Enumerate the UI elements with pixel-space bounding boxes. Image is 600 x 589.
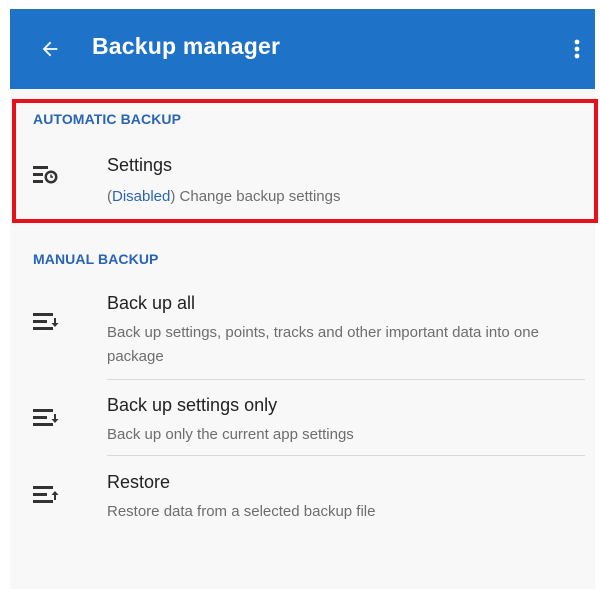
divider: [107, 455, 585, 456]
restore-title: Restore: [107, 472, 171, 492]
more-options-button[interactable]: [567, 31, 587, 67]
more-vert-icon: [574, 39, 580, 59]
screen: Backup manager AUTOMATIC BACKUP Settings…: [10, 9, 598, 589]
backup-all-row[interactable]: Back up all Back up settings, points, tr…: [10, 293, 595, 383]
divider: [107, 379, 585, 380]
backup-settings-only-icon: [33, 409, 59, 426]
backup-all-title: Back up all: [107, 293, 196, 313]
restore-subtitle: Restore data from a selected backup file: [107, 503, 376, 520]
app-bar: Backup manager: [10, 9, 595, 89]
backup-settings-only-row[interactable]: Back up settings only Back up only the c…: [10, 395, 595, 455]
page-title: Backup manager: [92, 33, 281, 59]
back-button[interactable]: [32, 31, 68, 67]
highlight-frame: [12, 99, 598, 223]
section-header-manual-backup: MANUAL BACKUP: [33, 251, 159, 267]
restore-icon: [33, 486, 59, 503]
backup-settings-only-title: Back up settings only: [107, 395, 278, 415]
backup-all-icon: [33, 313, 59, 330]
backup-settings-only-subtitle: Back up only the current app settings: [107, 426, 354, 443]
restore-row[interactable]: Restore Restore data from a selected bac…: [10, 472, 595, 532]
arrow-back-icon: [42, 41, 58, 57]
backup-all-subtitle: Back up settings, points, tracks and oth…: [107, 324, 539, 365]
